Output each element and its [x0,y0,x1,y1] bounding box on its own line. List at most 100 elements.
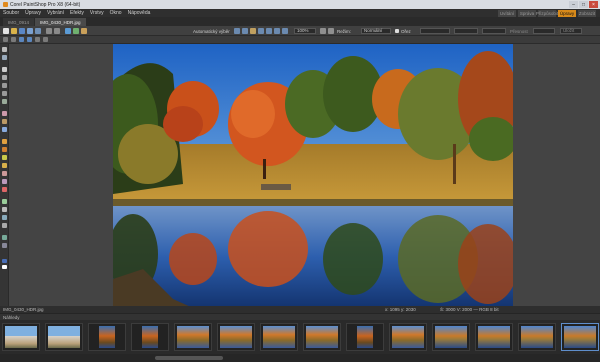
mode-welcome[interactable]: Uvítání [498,10,516,17]
red-eye-icon[interactable] [2,139,7,144]
crop-tool-icon[interactable] [2,119,7,124]
window-controls: – □ × [569,1,598,8]
group-icon[interactable] [274,28,280,34]
menu-help[interactable]: Nápověda [128,10,151,16]
straighten-icon[interactable] [2,127,7,132]
close-icon[interactable]: × [589,1,598,8]
filmstrip-thumbnail[interactable] [45,323,83,351]
tab-document-1[interactable]: IMG_0914 [3,18,35,26]
magic-wand-icon[interactable] [2,99,7,104]
precision-select[interactable] [533,28,555,34]
thumbnail-image [177,326,209,348]
height-field[interactable] [454,28,478,34]
mesh-warp-icon[interactable] [2,243,7,248]
save-icon[interactable] [19,28,25,34]
filmstrip-thumbnail[interactable] [260,323,298,351]
pan-tool-icon[interactable] [2,47,7,52]
apply-button[interactable]: Uložit [560,28,582,34]
fit-window-icon[interactable] [19,37,24,42]
maximize-icon[interactable]: □ [579,1,588,8]
makeover-icon[interactable] [2,147,7,152]
freehand-selection-icon[interactable] [2,91,7,96]
mode-manage[interactable]: Správa [518,10,536,17]
blend-mode-select[interactable]: Normální [361,28,391,34]
crop-checkbox[interactable] [395,29,399,33]
fill-icon[interactable] [2,199,7,204]
redo-icon[interactable] [54,28,60,34]
zoom-tool-icon[interactable] [2,55,7,60]
menu-layers[interactable]: Vrstvy [90,10,104,16]
mode-edit[interactable]: Úpravy [558,10,576,17]
zoom-tool-icon[interactable] [11,37,16,42]
foreground-color-swatch[interactable] [2,259,7,263]
minimize-icon[interactable]: – [569,1,578,8]
menu-selections[interactable]: Vybrání [47,10,64,16]
filmstrip-thumbnail[interactable] [561,323,599,351]
zoom-in-icon[interactable] [320,28,326,34]
filmstrip-thumbnail[interactable] [346,323,384,351]
filmstrip-thumbnail[interactable] [475,323,513,351]
mode-adjust[interactable]: Přizpůsobit [536,10,558,17]
resolution-field[interactable] [482,28,506,34]
dodge-icon[interactable] [2,163,7,168]
thumbnail-image [521,326,553,348]
thumbnail-image [306,326,338,348]
eraser-icon[interactable] [2,187,7,192]
filmstrip-thumbnail[interactable] [131,323,169,351]
menu-file[interactable]: Soubor [3,10,19,16]
mode-view[interactable]: Zobrazit [578,10,596,17]
width-field[interactable] [420,28,450,34]
print-icon[interactable] [35,28,41,34]
filmstrip-thumbnail[interactable] [2,323,40,351]
menu-edit[interactable]: Úpravy [25,10,41,16]
warp-brush-icon[interactable] [2,235,7,240]
thumbnail-image [357,326,373,348]
move-tool-icon[interactable] [2,75,7,80]
image-canvas[interactable] [9,44,600,308]
paint-brush-icon[interactable] [2,179,7,184]
selection-tool-icon[interactable] [2,83,7,88]
ungroup-icon[interactable] [282,28,288,34]
crop-icon[interactable] [65,28,71,34]
menu-window[interactable]: Okno [110,10,122,16]
secondary-toolbar [0,36,600,44]
new-file-icon[interactable] [3,28,9,34]
arrange-icon[interactable] [266,28,272,34]
filmstrip-thumbnail[interactable] [174,323,212,351]
filmstrip-thumbnail[interactable] [432,323,470,351]
text-tool-icon[interactable] [2,207,7,212]
zoom-out-icon[interactable] [328,28,334,34]
filmstrip-thumbnail[interactable] [389,323,427,351]
distribute-icon[interactable] [258,28,264,34]
lock-icon[interactable] [250,28,256,34]
filmstrip-thumbnail[interactable] [303,323,341,351]
shape-tool-icon[interactable] [2,215,7,220]
pan-icon[interactable] [3,37,8,42]
zoom-select[interactable]: 100% [294,28,316,34]
dropper-icon[interactable] [2,111,7,116]
rotate-icon[interactable] [81,28,87,34]
align-left-icon[interactable] [234,28,240,34]
title-bar: Corel PaintShop Pro X8 (64-bit) – □ × [0,0,600,9]
filmstrip-scrollbar[interactable] [0,354,600,362]
menu-effects[interactable]: Efekty [70,10,84,16]
background-color-swatch[interactable] [2,265,7,269]
align-center-icon[interactable] [242,28,248,34]
resize-icon[interactable] [73,28,79,34]
grid-icon[interactable] [35,37,40,42]
scrollbar-thumb[interactable] [155,356,223,360]
tab-document-2[interactable]: IMG_0430_HDR.jpg [35,18,86,26]
pick-tool-icon[interactable] [2,67,7,72]
filmstrip-thumbnail[interactable] [217,323,255,351]
smudge-icon[interactable] [2,171,7,176]
pen-tool-icon[interactable] [2,223,7,228]
filmstrip-thumbnail[interactable] [518,323,556,351]
filmstrip-thumbnail[interactable] [88,323,126,351]
clone-brush-icon[interactable] [2,155,7,160]
main-toolbar: Automatický výběr 100% Režim: Normální O… [0,26,600,36]
open-folder-icon[interactable] [11,28,17,34]
actual-size-icon[interactable] [27,37,32,42]
guides-icon[interactable] [43,37,48,42]
save-as-icon[interactable] [27,28,33,34]
undo-icon[interactable] [46,28,52,34]
